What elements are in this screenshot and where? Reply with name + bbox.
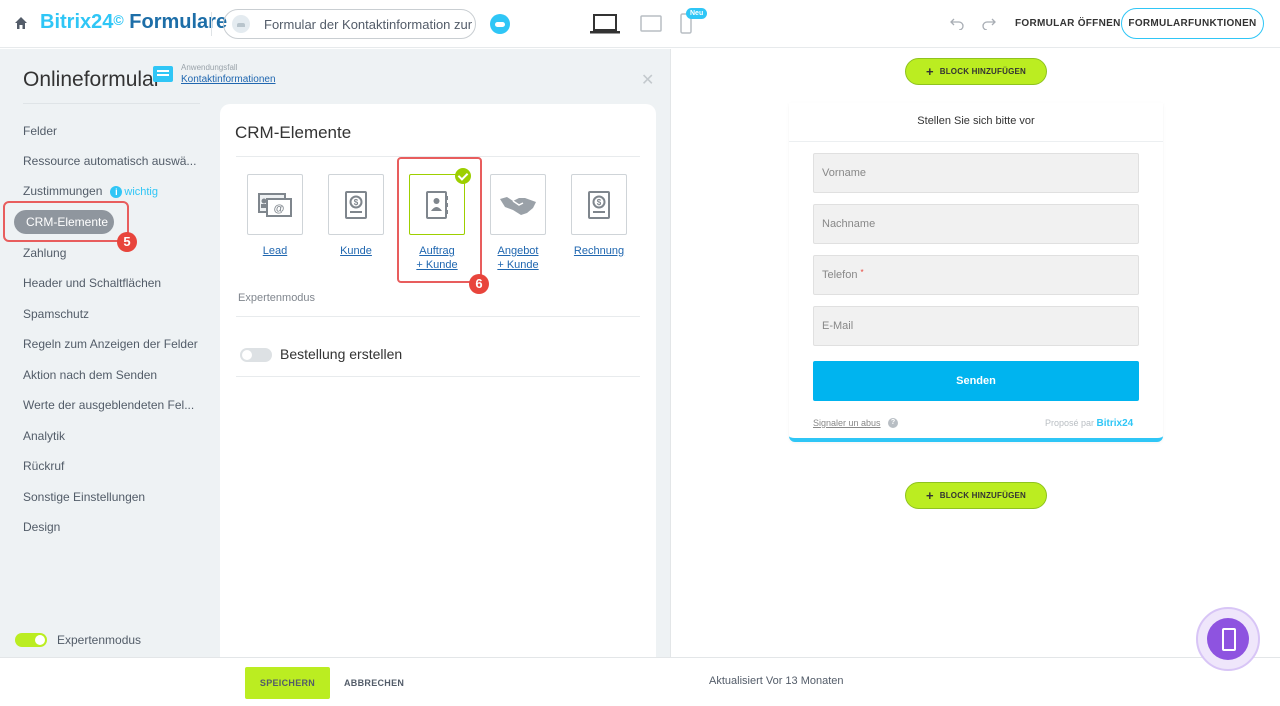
sidebar-item-other-settings[interactable]: Sonstige Einstellungen: [23, 490, 145, 504]
sidebar-item-header-buttons[interactable]: Header und Schaltflächen: [23, 276, 161, 290]
section-divider: [236, 316, 640, 317]
sidebar-item-label: Zustimmungen: [23, 184, 103, 198]
lastname-field[interactable]: Nachname: [813, 204, 1139, 244]
expert-mode-toggle[interactable]: [15, 633, 47, 647]
important-tag[interactable]: wichtig: [124, 186, 158, 198]
sidebar-item-analytics[interactable]: Analytik: [23, 429, 65, 443]
new-badge: Neu: [686, 8, 708, 19]
mobile-phone-icon: [1207, 618, 1249, 660]
phone-placeholder: Telefon: [822, 269, 858, 281]
form-document-icon: [153, 66, 173, 82]
crm-label-line: Angebot: [497, 245, 539, 257]
usecase-link[interactable]: Kontaktinformationen: [181, 74, 276, 85]
sidebar-item-resource[interactable]: Ressource automatisch auswä...: [23, 154, 196, 168]
crm-label-quote-customer[interactable]: Angebot + Kunde: [490, 244, 546, 272]
create-order-label: Bestellung erstellen: [280, 346, 403, 362]
submit-button[interactable]: Senden: [813, 361, 1139, 401]
report-abuse-link[interactable]: Signaler un abus: [813, 418, 881, 428]
crm-label-invoice[interactable]: Rechnung: [568, 244, 630, 258]
card-title: CRM-Elemente: [235, 123, 352, 142]
sidebar-item-design[interactable]: Design: [23, 520, 60, 534]
panel-title: Onlineformular: [23, 68, 161, 91]
create-order-toggle[interactable]: [240, 348, 272, 362]
toggle-knob: [242, 350, 252, 360]
form-preview-divider: [789, 141, 1163, 142]
step-badge-6: 6: [469, 274, 489, 294]
powered-by-brand[interactable]: Bitrix24: [1097, 418, 1134, 429]
email-field[interactable]: E-Mail: [813, 306, 1139, 346]
add-block-label: BLOCK HINZUFÜGEN: [939, 67, 1027, 76]
crm-tile-customer[interactable]: $: [328, 174, 384, 235]
powered-by: Proposé par Bitrix24: [1045, 418, 1133, 429]
cancel-button[interactable]: ABBRECHEN: [344, 678, 404, 688]
phone-field[interactable]: Telefon *: [813, 255, 1139, 295]
sidebar-item-field-rules[interactable]: Regeln zum Anzeigen der Felder: [23, 337, 198, 351]
section-divider: [236, 376, 640, 377]
svg-text:@: @: [274, 203, 285, 215]
sidebar-item-payment[interactable]: Zahlung: [23, 246, 66, 260]
bottom-bar: [0, 657, 1280, 706]
header-divider: [211, 12, 212, 36]
usecase-label: Anwendungsfall: [181, 63, 238, 72]
brand-logo[interactable]: Bitrix24© Formulare: [40, 11, 227, 34]
svg-text:$: $: [354, 198, 359, 207]
svg-text:$: $: [597, 198, 602, 207]
laptop-view-icon[interactable]: [590, 14, 620, 34]
save-button[interactable]: SPEICHERN: [245, 667, 330, 699]
add-block-label: BLOCK HINZUFÜGEN: [939, 491, 1027, 500]
expert-mode-caption: Expertenmodus: [238, 292, 316, 304]
sidebar-item-after-send[interactable]: Aktion nach dem Senden: [23, 368, 157, 382]
crm-tile-invoice[interactable]: $: [571, 174, 627, 235]
plus-icon: +: [925, 488, 934, 503]
info-icon: i: [110, 185, 123, 198]
tablet-view-icon[interactable]: [640, 15, 662, 32]
redo-icon[interactable]: [982, 16, 996, 30]
undo-icon[interactable]: [950, 16, 964, 30]
updated-status: Aktualisiert Vor 13 Monaten: [709, 675, 844, 687]
mobile-preview-button[interactable]: [1196, 607, 1260, 671]
crm-tile-lead[interactable]: @: [247, 174, 303, 235]
home-icon[interactable]: [14, 16, 28, 30]
add-block-button[interactable]: + BLOCK HINZUFÜGEN: [905, 58, 1047, 85]
title-divider: [23, 103, 200, 104]
help-icon[interactable]: ?: [888, 418, 898, 428]
sidebar-item-spam-protection[interactable]: Spamschutz: [23, 307, 89, 321]
crm-tile-quote-customer[interactable]: [490, 174, 546, 235]
form-name: Formular der Kontaktinformation zur N...: [264, 16, 475, 32]
expert-mode-label: Expertenmodus: [57, 633, 142, 647]
form-preview-title: Stellen Sie sich bitte vor: [917, 115, 1035, 127]
open-form-link[interactable]: FORMULAR ÖFFNEN: [1015, 18, 1121, 29]
sidebar-item-hidden-values[interactable]: Werte der ausgeblendeten Fel...: [23, 398, 194, 412]
crm-label-line: + Kunde: [497, 259, 539, 271]
firstname-field[interactable]: Vorname: [813, 153, 1139, 193]
highlight-step-6: [397, 157, 482, 283]
sidebar-item-fields[interactable]: Felder: [23, 124, 57, 138]
highlight-step-5: [3, 201, 129, 242]
form-functions-button[interactable]: FORMULARFUNKTIONEN: [1121, 8, 1264, 39]
panel-divider: [670, 49, 671, 657]
lead-card-icon: @: [258, 192, 292, 217]
sidebar-item-consents[interactable]: Zustimmungen i wichtig: [23, 184, 158, 198]
invoice-icon: $: [588, 190, 610, 219]
crm-label-customer[interactable]: Kunde: [328, 244, 384, 258]
crm-label-lead[interactable]: Lead: [247, 244, 303, 258]
close-icon[interactable]: ✕: [641, 70, 654, 90]
form-thumbnail-icon: [232, 15, 250, 33]
cloud-icon[interactable]: [490, 14, 510, 34]
handshake-icon: [500, 196, 536, 215]
form-name-selector[interactable]: Formular der Kontaktinformation zur N...: [223, 9, 476, 39]
toggle-knob: [35, 635, 45, 645]
sidebar-item-callback[interactable]: Rückruf: [23, 459, 64, 473]
plus-icon: +: [925, 64, 934, 79]
customer-doc-icon: $: [345, 190, 367, 219]
powered-by-text: Proposé par: [1045, 418, 1095, 428]
top-bar: Bitrix24© Formulare Formular der Kontakt…: [0, 0, 1280, 48]
step-badge-5: 5: [117, 232, 137, 252]
required-marker: *: [860, 268, 864, 277]
add-block-button[interactable]: + BLOCK HINZUFÜGEN: [905, 482, 1047, 509]
